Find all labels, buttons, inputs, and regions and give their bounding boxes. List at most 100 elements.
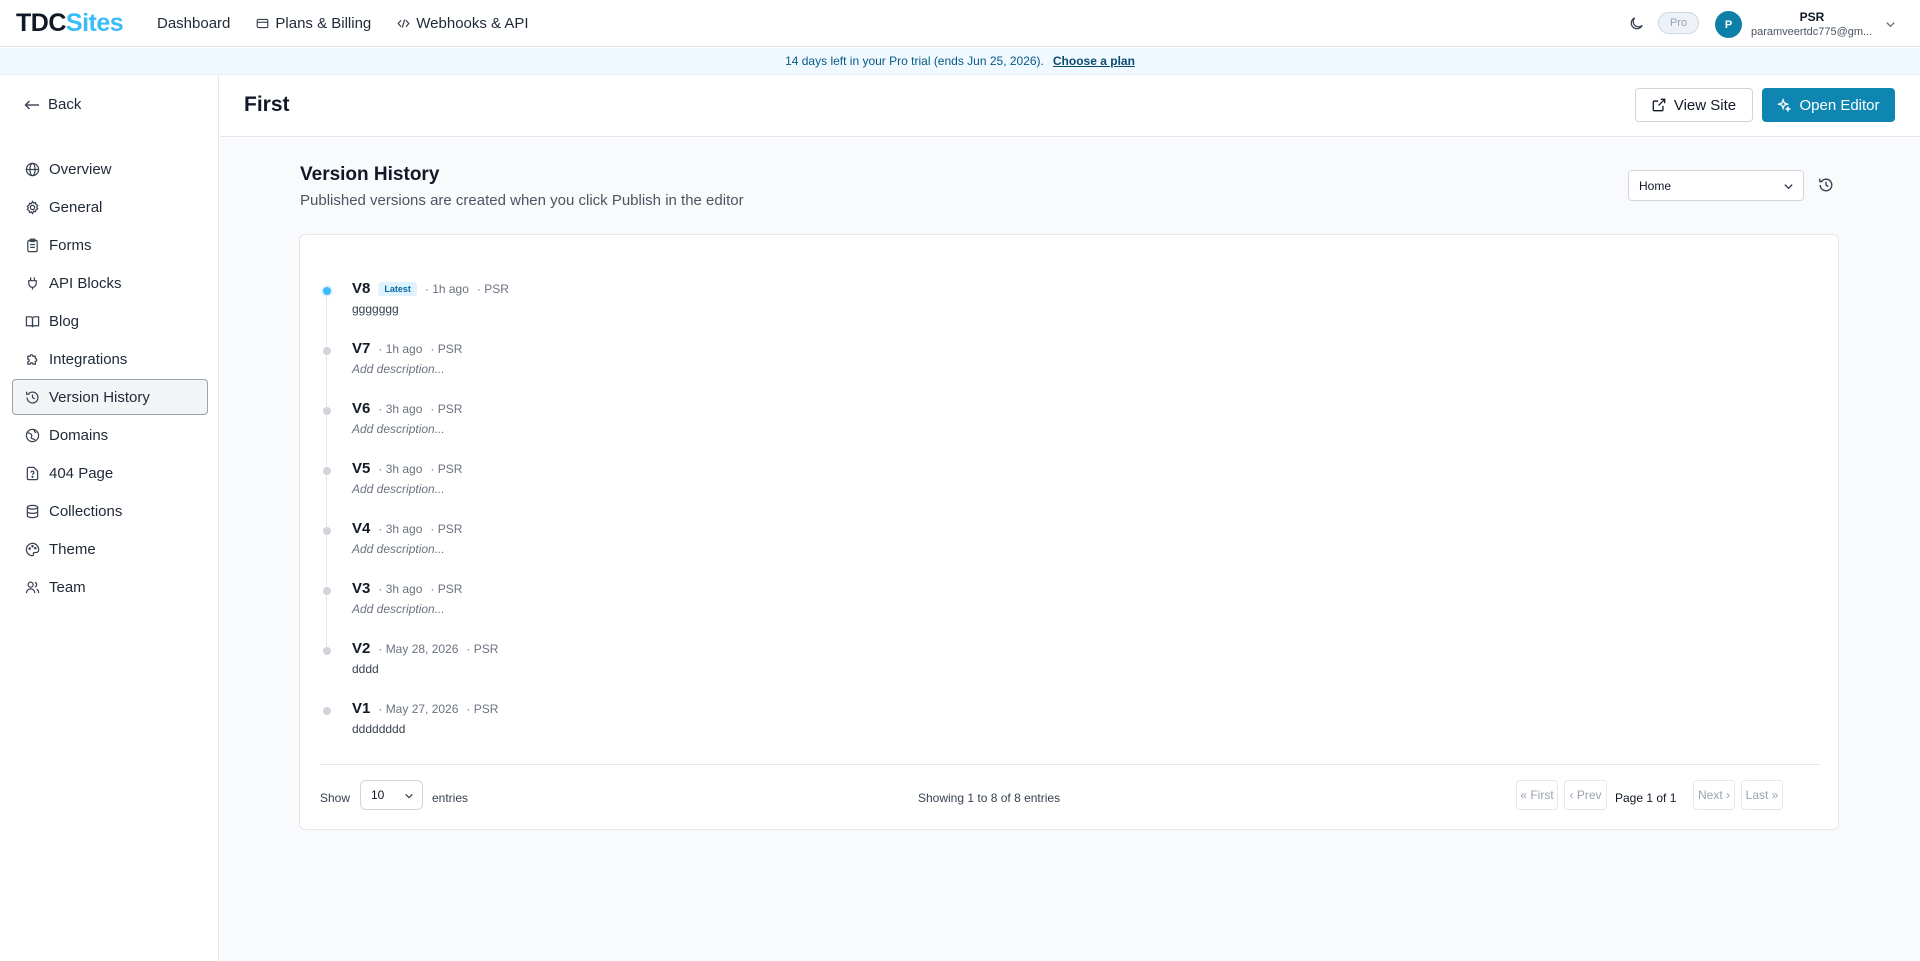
nav-dashboard[interactable]: Dashboard	[157, 15, 230, 32]
version-item[interactable]: V8 Latest · 1h ago · PSR ggggggg	[300, 280, 1100, 340]
version-item[interactable]: V4 · 3h ago · PSR Add description...	[300, 520, 1100, 580]
page-title: First	[244, 93, 290, 116]
version-description[interactable]: ggggggg	[352, 302, 399, 316]
timeline-dot	[323, 647, 331, 655]
version-time: · 3h ago	[378, 581, 423, 596]
sidebar-item-team[interactable]: Team	[12, 569, 208, 605]
user-menu[interactable]: P PSR paramveertdc775@gm...	[1702, 5, 1906, 43]
plug-icon	[28, 276, 37, 290]
main-content: Version History Published versions are c…	[220, 138, 1920, 961]
sidebar-item-version-history[interactable]: Version History	[12, 379, 208, 415]
timeline-dot	[323, 467, 331, 475]
version-description[interactable]: Add description...	[352, 482, 445, 496]
page-indicator: Page 1 of 1	[1615, 791, 1677, 805]
puzzle-icon	[27, 353, 38, 365]
version-name: V3	[352, 580, 371, 597]
version-description[interactable]: Add description...	[352, 362, 445, 376]
version-time: · May 28, 2026	[378, 641, 459, 656]
version-time: · May 27, 2026	[378, 701, 459, 716]
gear-icon	[26, 199, 39, 215]
version-description[interactable]: Add description...	[352, 422, 445, 436]
next-page-button[interactable]: Next ›	[1693, 780, 1735, 810]
plan-badge: Pro	[1658, 12, 1699, 34]
last-page-button[interactable]: Last »	[1741, 780, 1783, 810]
sidebar-item-integrations[interactable]: Integrations	[12, 341, 208, 377]
entries-per-page-select[interactable]: 10	[360, 780, 423, 810]
nav-plans-billing[interactable]: Plans & Billing	[256, 15, 371, 32]
version-time: · 3h ago	[378, 461, 423, 476]
version-name: V2	[352, 640, 371, 657]
sidebar-item-api-blocks[interactable]: API Blocks	[12, 265, 208, 301]
database-icon	[26, 504, 39, 518]
version-name: V8	[352, 280, 371, 297]
latest-badge: Latest	[378, 281, 417, 296]
version-author: · PSR	[430, 581, 463, 596]
version-name: V5	[352, 460, 371, 477]
chevron-down-icon	[405, 793, 413, 799]
version-item[interactable]: V3 · 3h ago · PSR Add description...	[300, 580, 1100, 640]
sidebar-item-404-page[interactable]: 404 Page	[12, 455, 208, 491]
version-description[interactable]: dddd	[352, 662, 379, 676]
back-button[interactable]: Back	[24, 96, 81, 113]
version-time: · 1h ago	[424, 281, 469, 296]
sidebar-item-blog[interactable]: Blog	[12, 303, 208, 339]
version-item[interactable]: V6 · 3h ago · PSR Add description...	[300, 400, 1100, 460]
timeline-dot	[323, 587, 331, 595]
timeline-dot	[323, 287, 331, 295]
history-icon	[26, 390, 39, 403]
version-item[interactable]: V2 · May 28, 2026 · PSR dddd	[300, 640, 1100, 700]
sidebar-item-collections[interactable]: Collections	[12, 493, 208, 529]
palette-icon	[25, 542, 40, 556]
version-description[interactable]: dddddddd	[352, 722, 405, 736]
version-description[interactable]: Add description...	[352, 602, 445, 616]
section-subtitle: Published versions are created when you …	[300, 192, 744, 209]
file-question-icon	[26, 466, 39, 480]
prev-page-button[interactable]: ‹ Prev	[1564, 780, 1607, 810]
main-nav: Dashboard Plans & Billing Webhooks & API	[157, 0, 529, 47]
sidebar-item-general[interactable]: General	[12, 189, 208, 225]
sidebar-menu: Overview General Forms API Blocks Blog I…	[12, 151, 208, 607]
book-icon	[25, 315, 40, 327]
entries-summary: Showing 1 to 8 of 8 entries	[918, 791, 1061, 805]
view-site-button[interactable]: View Site	[1635, 88, 1753, 122]
section-title: Version History	[300, 164, 440, 185]
sidebar-item-overview[interactable]: Overview	[12, 151, 208, 187]
history-icon[interactable]	[1818, 177, 1834, 193]
moon-icon[interactable]	[1628, 15, 1645, 32]
divider	[320, 764, 1820, 765]
version-author: · PSR	[430, 521, 463, 536]
version-time: · 1h ago	[378, 341, 423, 356]
sparkles-icon	[1777, 98, 1792, 112]
nav-webhooks-api[interactable]: Webhooks & API	[397, 15, 529, 32]
show-label: Show	[320, 791, 351, 805]
sidebar-item-domains[interactable]: Domains	[12, 417, 208, 453]
trial-text: 14 days left in your Pro trial (ends Jun…	[785, 54, 1044, 68]
chevron-down-icon	[1784, 184, 1793, 190]
choose-plan-link[interactable]: Choose a plan	[1053, 54, 1135, 68]
globe-icon	[25, 162, 40, 176]
globe-lines-icon	[25, 428, 40, 442]
clipboard-icon	[27, 238, 38, 252]
sidebar-item-theme[interactable]: Theme	[12, 531, 208, 567]
version-description[interactable]: Add description...	[352, 542, 445, 556]
external-link-icon	[1652, 98, 1666, 112]
timeline-dot	[323, 707, 331, 715]
credit-card-icon	[257, 18, 269, 29]
version-author: · PSR	[466, 641, 499, 656]
version-item[interactable]: V1 · May 27, 2026 · PSR dddddddd	[300, 700, 1100, 760]
version-name: V1	[352, 700, 371, 717]
version-item[interactable]: V7 · 1h ago · PSR Add description...	[300, 340, 1100, 400]
version-time: · 3h ago	[378, 401, 423, 416]
code-icon	[397, 19, 410, 28]
users-icon	[25, 581, 40, 593]
version-author: · PSR	[430, 341, 463, 356]
app-logo[interactable]: TDCSites	[16, 9, 124, 38]
version-item[interactable]: V5 · 3h ago · PSR Add description...	[300, 460, 1100, 520]
first-page-button[interactable]: « First	[1516, 780, 1558, 810]
timeline-dot	[323, 407, 331, 415]
timeline-dot	[323, 347, 331, 355]
version-author: · PSR	[430, 401, 463, 416]
sidebar-item-forms[interactable]: Forms	[12, 227, 208, 263]
open-editor-button[interactable]: Open Editor	[1762, 88, 1895, 122]
page-select[interactable]: Home	[1628, 170, 1804, 201]
